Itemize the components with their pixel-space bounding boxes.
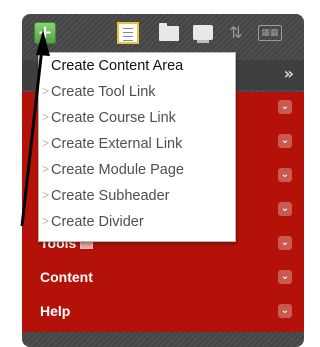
double-chevron-down-icon[interactable]: ⌄ [278,236,292,250]
create-content-area-item[interactable]: Create Content Area [39,55,235,78]
menu-item-help[interactable]: Help ⌄ [22,296,304,327]
create-menu-dropdown: Create Content Area > Create Tool Link >… [38,52,236,242]
plus-icon: + [37,22,53,43]
menu-item-content[interactable]: Content ⌄ [22,262,304,293]
create-external-link-item[interactable]: > Create External Link [39,133,235,156]
reorder-arrows-icon[interactable]: ⇅ [225,22,247,44]
chevron-right-icon: > [42,136,50,150]
dropdown-item-label: Create Content Area [51,58,184,74]
double-chevron-down-icon[interactable]: ⌄ [278,100,292,114]
create-subheader-item[interactable]: > Create Subheader [39,185,235,208]
chevron-right-icon: > [42,84,50,98]
chevron-right-icon: > [42,162,50,176]
window-icon[interactable] [193,25,213,43]
chevron-right-icon: > [42,110,50,124]
double-chevron-down-icon[interactable]: ⌄ [278,134,292,148]
folder-icon[interactable] [159,23,179,41]
add-menu-item-button[interactable]: + [34,22,56,44]
create-divider-item[interactable]: > Create Divider [39,211,235,234]
dropdown-item-label: Create Module Page [51,162,184,178]
dropdown-item-label: Create Subheader [51,188,170,204]
menu-item-label: Content [40,269,93,285]
double-chevron-down-icon[interactable]: ⌄ [278,202,292,216]
menu-item-label: Help [40,303,71,319]
chevron-right-double-icon[interactable]: » [284,64,294,84]
menu-toolbar: + ⇅ ▦▦ [22,14,304,52]
chevron-right-icon: > [42,214,50,228]
chevron-right-icon: > [42,188,50,202]
grid-icon[interactable]: ▦▦ [258,25,282,41]
dropdown-item-label: Create Tool Link [51,84,156,100]
double-chevron-down-icon[interactable]: ⌄ [278,270,292,284]
list-view-icon[interactable] [117,22,139,44]
dropdown-item-label: Create Divider [51,214,144,230]
dropdown-item-label: Create Course Link [51,110,176,126]
double-chevron-down-icon[interactable]: ⌄ [278,168,292,182]
create-module-page-item[interactable]: > Create Module Page [39,159,235,182]
create-course-link-item[interactable]: > Create Course Link [39,107,235,130]
double-chevron-down-icon[interactable]: ⌄ [278,304,292,318]
dropdown-item-label: Create External Link [51,136,183,152]
create-tool-link-item[interactable]: > Create Tool Link [39,81,235,104]
